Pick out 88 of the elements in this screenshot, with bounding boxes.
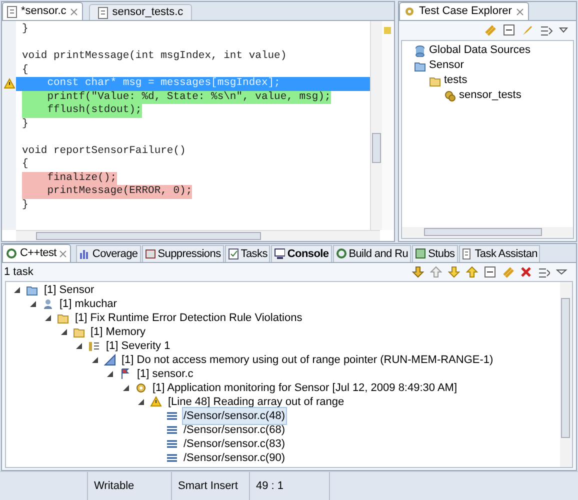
folder-icon [72, 326, 84, 338]
close-icon[interactable] [59, 250, 68, 258]
status-field: Smart Insert [172, 472, 250, 500]
down-arrow-icon[interactable] [412, 266, 424, 278]
code-line: { [22, 64, 28, 76]
vertical-scrollbar[interactable] [560, 282, 572, 467]
panel-tab[interactable]: Task Assistan [458, 245, 540, 262]
warning-icon [150, 396, 162, 408]
expanded-arrow-icon[interactable] [76, 343, 82, 349]
window-icon [144, 248, 156, 260]
tab-label: Tasks [240, 246, 268, 262]
folder-icon [414, 60, 426, 72]
panel-tab[interactable]: Stubs [412, 245, 458, 262]
database-icon [414, 44, 426, 56]
code-line: void printMessage(int msgIndex, int value) [22, 50, 287, 62]
lines-icon [166, 424, 178, 436]
delete-icon[interactable] [520, 266, 532, 278]
expanded-arrow-icon[interactable] [107, 371, 113, 377]
folder-icon [57, 312, 69, 324]
tab-label: C++test [20, 246, 56, 262]
editor-tab[interactable]: *sensor.c [2, 2, 84, 20]
lines-icon [166, 438, 178, 450]
collapse-icon[interactable] [503, 24, 515, 36]
bar-chart-icon [79, 248, 90, 260]
tab-label: Task Assistan [474, 246, 538, 262]
task-count: 1 task [3, 264, 34, 280]
close-icon[interactable] [70, 8, 78, 16]
filter-icon[interactable] [540, 24, 553, 37]
tab-label: Stubs [428, 246, 455, 262]
code-line: } [22, 23, 28, 35]
horizontal-scrollbar[interactable] [402, 227, 573, 238]
expanded-arrow-icon[interactable] [122, 385, 128, 391]
tree-item[interactable]: tests [444, 72, 468, 89]
panel-tab[interactable]: Tasks [224, 245, 270, 262]
horizontal-scrollbar[interactable] [16, 230, 380, 241]
flag-icon [119, 368, 131, 380]
expanded-arrow-icon[interactable] [138, 399, 144, 405]
tab-label: Build and Ru [348, 246, 408, 262]
tab-label: Test Case Explorer [419, 4, 512, 20]
explorer-tab[interactable]: Test Case Explorer [399, 2, 529, 20]
expanded-arrow-icon[interactable] [92, 357, 98, 363]
gears-icon [444, 90, 456, 102]
tree-item[interactable]: /Sensor/sensor.c(48) [182, 406, 287, 426]
tree-item[interactable]: sensor_tests [459, 87, 522, 104]
tab-label: Coverage [92, 246, 138, 262]
expanded-arrow-icon[interactable] [30, 301, 36, 307]
tree-item[interactable]: Sensor [429, 57, 464, 74]
panel-tab[interactable]: Suppressions [142, 245, 224, 262]
file-icon [7, 6, 17, 18]
vertical-scrollbar[interactable] [370, 21, 382, 230]
tree-item[interactable]: Global Data Sources [429, 42, 530, 59]
panel-tab[interactable]: C++test [2, 244, 72, 262]
lines-icon [166, 410, 178, 422]
status-field: Writable [88, 472, 172, 500]
file-icon [98, 6, 108, 18]
code-line: } [22, 118, 28, 130]
expanded-arrow-icon[interactable] [45, 315, 51, 321]
editor-tab[interactable]: sensor_tests.c [89, 4, 192, 20]
person-icon [42, 298, 54, 310]
status-field: 49 : 1 [250, 472, 330, 500]
expanded-arrow-icon[interactable] [14, 287, 20, 293]
module-icon [415, 248, 426, 260]
tab-label: Console [287, 246, 329, 262]
monitor-icon [274, 248, 286, 260]
triangle-icon [104, 354, 116, 366]
up-arrow-icon[interactable] [430, 266, 442, 278]
tab-label: *sensor.c [21, 4, 66, 20]
folder-icon [429, 74, 441, 86]
code-line: const char* msg = messages[msgIndex]; [46, 77, 280, 89]
folder-icon [26, 284, 38, 296]
panel-tab[interactable]: Coverage [76, 245, 141, 262]
code-line: { [22, 158, 28, 170]
code-line: void reportSensorFailure() [22, 144, 186, 156]
code-line: } [22, 198, 28, 210]
tab-label: sensor_tests.c [112, 5, 184, 20]
down-arrow-icon[interactable] [448, 266, 460, 278]
close-icon[interactable] [516, 8, 524, 16]
panel-tab[interactable]: Console [271, 245, 332, 262]
tab-label: Suppressions [158, 246, 221, 262]
panel-tab[interactable]: Build and Ru [332, 245, 412, 262]
lines-icon [166, 452, 178, 464]
list-icon [88, 340, 100, 352]
up-arrow-icon[interactable] [466, 266, 478, 278]
expanded-arrow-icon[interactable] [60, 329, 66, 335]
filter-icon[interactable] [538, 266, 550, 278]
checklist-icon [228, 248, 239, 260]
document-icon [462, 248, 473, 260]
collapse-icon[interactable] [484, 266, 496, 278]
